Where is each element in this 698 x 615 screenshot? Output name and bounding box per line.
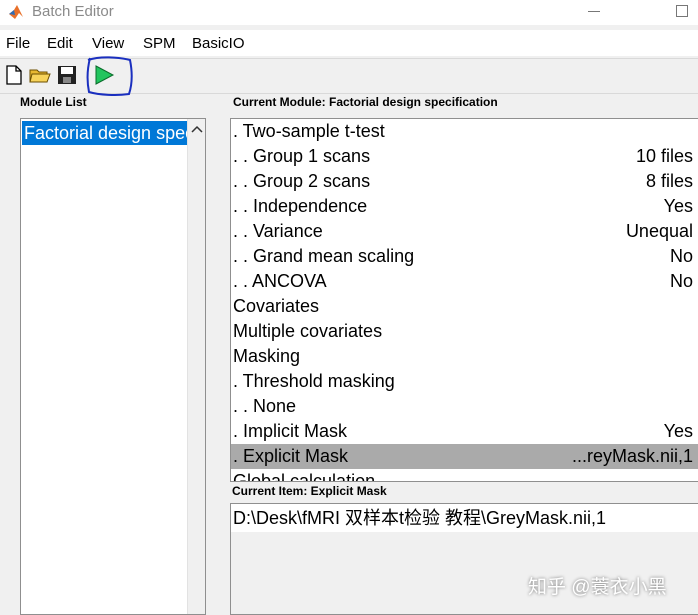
item-label: . Two-sample t-test xyxy=(233,121,385,141)
menu-edit[interactable]: Edit xyxy=(47,35,73,52)
title-bar: Batch Editor xyxy=(0,0,698,25)
toolbar xyxy=(0,58,698,94)
item-value: Yes xyxy=(663,421,693,441)
list-item[interactable]: Masking xyxy=(231,344,698,369)
current-module-label: Current Module: Factorial design specifi… xyxy=(233,95,498,109)
item-label: . Explicit Mask xyxy=(233,446,349,466)
list-item[interactable]: . . Group 2 scans 8 files xyxy=(231,169,698,194)
item-value: No xyxy=(669,246,693,266)
item-value: ...reyMask.nii,1 xyxy=(571,446,693,466)
watermark: 知乎 @蓑衣小黑 xyxy=(528,577,667,598)
matlab-logo-icon xyxy=(9,5,23,19)
item-label: Multiple covariates xyxy=(233,321,383,341)
item-label: Global calculation xyxy=(233,471,376,482)
list-item[interactable]: . Threshold masking xyxy=(231,369,698,394)
list-item[interactable]: . . Variance Unequal xyxy=(231,219,698,244)
item-label: . . Independence xyxy=(233,196,368,216)
module-list-scrollbar[interactable] xyxy=(187,119,205,614)
list-item[interactable]: Global calculation xyxy=(231,469,698,482)
list-item[interactable]: . . Independence Yes xyxy=(231,194,698,219)
list-item[interactable]: . Two-sample t-test xyxy=(231,119,698,144)
current-item-label: Current Item: Explicit Mask xyxy=(232,484,387,498)
item-label: Covariates xyxy=(233,296,320,316)
list-item-selected[interactable]: . Explicit Mask ...reyMask.nii,1 xyxy=(231,444,698,469)
maximize-icon[interactable] xyxy=(676,5,688,17)
item-label: . Threshold masking xyxy=(233,371,395,391)
item-label: . . Grand mean scaling xyxy=(233,246,415,266)
item-label: . . ANCOVA xyxy=(233,271,327,291)
list-item[interactable]: . Implicit Mask Yes xyxy=(231,419,698,444)
item-label: . . Group 2 scans xyxy=(233,171,371,191)
list-item[interactable]: . . None xyxy=(231,394,698,419)
item-label: Masking xyxy=(233,346,301,366)
module-list[interactable]: Factorial design specification xyxy=(20,118,206,615)
list-item[interactable]: . . ANCOVA No xyxy=(231,269,698,294)
menu-basicio[interactable]: BasicIO xyxy=(192,35,245,52)
list-item[interactable]: Multiple covariates xyxy=(231,319,698,344)
item-label: . . Group 1 scans xyxy=(233,146,371,166)
scroll-up-icon[interactable] xyxy=(190,123,204,135)
menu-view[interactable]: View xyxy=(92,35,124,52)
new-file-icon[interactable] xyxy=(2,63,26,87)
run-icon[interactable] xyxy=(92,63,116,87)
item-value: Unequal xyxy=(625,221,693,241)
item-label: . . None xyxy=(233,396,297,416)
item-value: No xyxy=(669,271,693,291)
item-label: . . Variance xyxy=(233,221,323,241)
menu-bar: File Edit View SPM BasicIO xyxy=(0,30,698,56)
item-value: 8 files xyxy=(645,171,693,191)
item-value: 10 files xyxy=(635,146,693,166)
list-item[interactable]: . . Group 1 scans 10 files xyxy=(231,144,698,169)
current-item-value[interactable]: D:\Desk\fMRI 双样本t检验 教程\GreyMask.nii,1 xyxy=(231,504,698,532)
save-icon[interactable] xyxy=(55,63,79,87)
menu-file[interactable]: File xyxy=(6,35,30,52)
list-item[interactable]: Covariates xyxy=(231,294,698,319)
item-label: . Implicit Mask xyxy=(233,421,348,441)
current-module-list[interactable]: . Two-sample t-test . . Group 1 scans 10 … xyxy=(230,118,698,482)
item-value: Yes xyxy=(663,196,693,216)
list-item[interactable]: . . Grand mean scaling No xyxy=(231,244,698,269)
module-list-item[interactable]: Factorial design specification xyxy=(22,121,187,145)
window-title: Batch Editor xyxy=(32,3,114,20)
module-list-label: Module List xyxy=(20,95,87,109)
minimize-icon[interactable] xyxy=(588,11,600,12)
open-folder-icon[interactable] xyxy=(28,63,52,87)
menu-spm[interactable]: SPM xyxy=(143,35,176,52)
